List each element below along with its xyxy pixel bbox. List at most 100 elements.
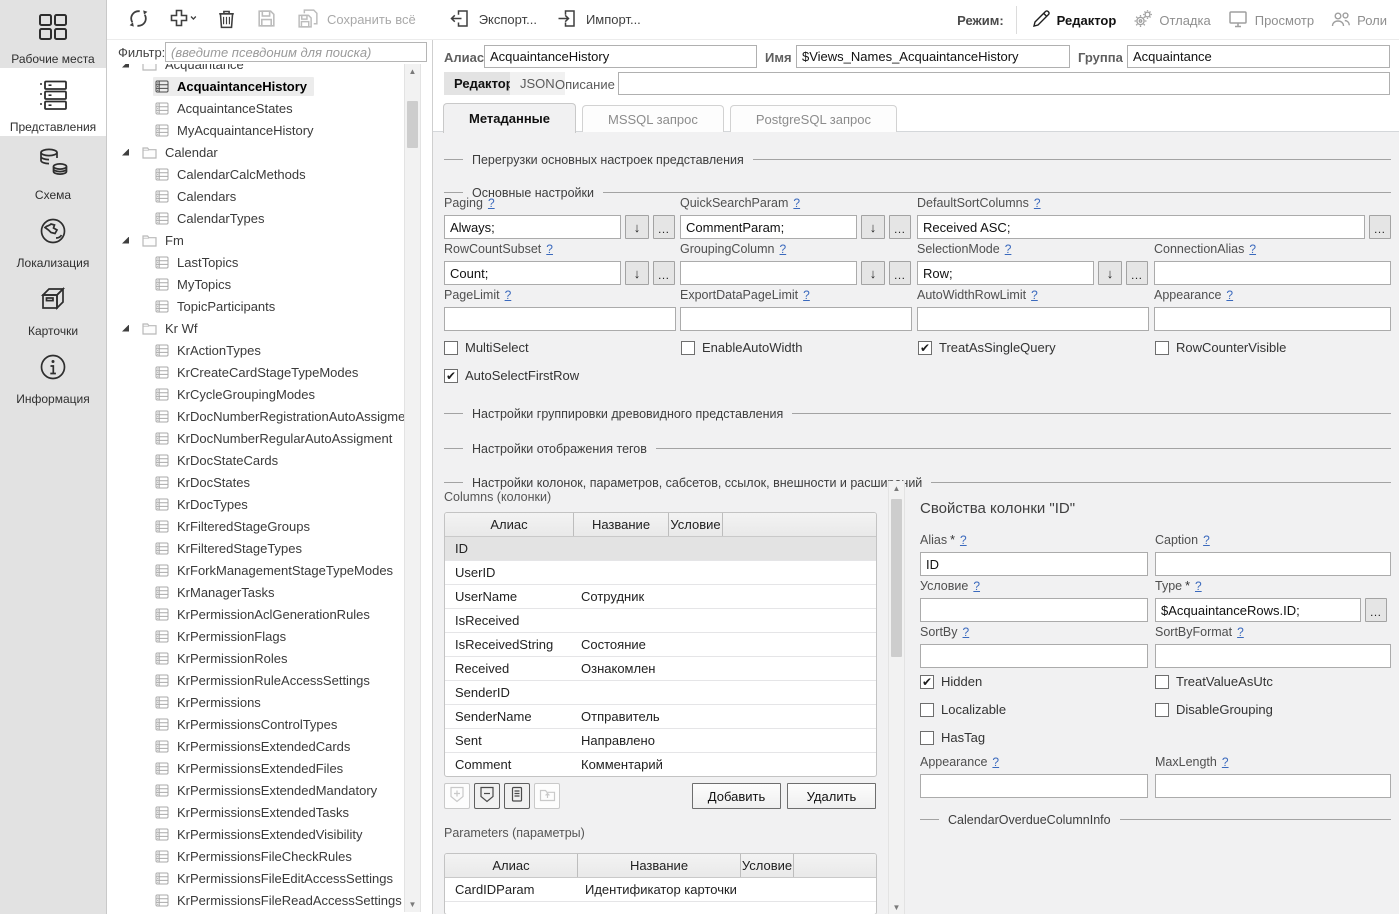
help-link[interactable]: ? (1203, 533, 1210, 547)
column-header-alias[interactable]: Алиас (445, 513, 574, 536)
row-count-subset-more-button[interactable]: … (653, 261, 675, 285)
expander-icon[interactable] (122, 149, 129, 156)
checkbox[interactable]: HasTag (920, 730, 1155, 745)
auto-width-row-limit-input[interactable] (917, 307, 1149, 331)
grouping-column-more-button[interactable]: … (889, 261, 911, 285)
tree-node[interactable]: KrDocNumberRegistrationAutoAssigment (107, 405, 432, 427)
prop-condition-input[interactable] (920, 598, 1148, 622)
help-link[interactable]: ? (960, 533, 967, 547)
scroll-thumb[interactable] (891, 499, 902, 657)
prop-sort-by-input[interactable] (920, 644, 1148, 668)
tree-node[interactable]: KrPermissionsExtendedVisibility (107, 823, 432, 845)
tree-node[interactable]: KrDocStates (107, 471, 432, 493)
tree-node[interactable]: Calendars (107, 185, 432, 207)
columns-scrollbar[interactable]: ▲ ▼ (888, 481, 905, 914)
help-link[interactable]: ? (1222, 755, 1229, 769)
column-header-caption[interactable]: Название (574, 513, 669, 536)
tree-node[interactable]: KrDocNumberRegularAutoAssigment (107, 427, 432, 449)
tree-node[interactable]: KrPermissionsFileEditAccessSettings (107, 867, 432, 889)
checkbox[interactable]: RowCounterVisible (1155, 340, 1392, 355)
column-row[interactable]: SenderID (445, 681, 876, 705)
tree-node[interactable]: KrManagerTasks (107, 581, 432, 603)
tree-node[interactable]: KrDocStateCards (107, 449, 432, 471)
help-link[interactable]: ? (1005, 242, 1012, 256)
default-sort-columns-more-button[interactable]: … (1369, 215, 1391, 239)
selection-mode-more-button[interactable]: … (1126, 261, 1148, 285)
column-row[interactable]: Comment Комментарий (445, 753, 876, 777)
document-button[interactable] (504, 783, 530, 809)
column-row[interactable]: Received Ознакомлен (445, 657, 876, 681)
help-link[interactable]: ? (1226, 288, 1233, 302)
delete-button[interactable] (210, 3, 243, 37)
tree-node[interactable]: Fm (107, 229, 432, 251)
tree-node[interactable]: KrPermissionsFileReadAccessSettings (107, 889, 432, 911)
mode-preview-button[interactable]: Просмотр (1225, 6, 1316, 34)
refresh-button[interactable] (121, 3, 156, 37)
name-input[interactable] (796, 45, 1070, 68)
paging-input[interactable] (444, 215, 621, 239)
checkbox[interactable]: TreatValueAsUtc (1155, 674, 1390, 689)
tree-node[interactable]: KrFilteredStageGroups (107, 515, 432, 537)
column-row[interactable]: UserName Сотрудник (445, 585, 876, 609)
parameter-header-condition[interactable]: Условие (741, 854, 794, 877)
help-link[interactable]: ? (992, 755, 999, 769)
row-count-subset-input[interactable] (444, 261, 621, 285)
checkbox[interactable]: EnableAutoWidth (681, 340, 918, 355)
tree-node[interactable]: KrPermissionAclGenerationRules (107, 603, 432, 625)
tree-node[interactable]: KrActionTypes (107, 339, 432, 361)
page-limit-input[interactable] (444, 307, 676, 331)
mode-debug-button[interactable]: Отладка (1130, 6, 1212, 34)
expander-icon[interactable] (122, 325, 129, 332)
prop-caption-input[interactable] (1155, 552, 1391, 576)
tree-node[interactable]: KrPermissionsExtendedMandatory (107, 779, 432, 801)
help-link[interactable]: ? (973, 579, 980, 593)
quick-search-param-dropdown-button[interactable]: ↓ (861, 215, 885, 239)
import-button[interactable]: Импорт... (549, 3, 647, 37)
column-header-condition[interactable]: Условие (669, 513, 723, 536)
tree-node[interactable]: KrPermissionRoles (107, 647, 432, 669)
tab-metadata[interactable]: Метаданные (443, 103, 576, 133)
tree-node[interactable]: KrPermissionsExtendedCards (107, 735, 432, 757)
tree-scrollbar[interactable]: ▲ ▼ (404, 64, 421, 912)
help-link[interactable]: ? (1031, 288, 1038, 302)
scroll-up-icon[interactable]: ▲ (889, 481, 904, 496)
checkbox[interactable]: Hidden (920, 674, 1155, 689)
default-sort-columns-input[interactable] (917, 215, 1365, 239)
tree-node[interactable]: KrFilteredStageTypes (107, 537, 432, 559)
help-link[interactable]: ? (963, 625, 970, 639)
prop-max-length-input[interactable] (1155, 774, 1391, 798)
selection-mode-dropdown-button[interactable]: ↓ (1098, 261, 1122, 285)
scroll-down-icon[interactable]: ▼ (405, 897, 420, 912)
tree-node[interactable]: CalendarTypes (107, 207, 432, 229)
tree-node[interactable]: Kr Wf (107, 317, 432, 339)
filter-input[interactable] (165, 42, 427, 62)
delete-column-button[interactable]: Удалить (787, 783, 876, 809)
help-link[interactable]: ? (793, 196, 800, 210)
tree-node[interactable]: MyAcquaintanceHistory (107, 119, 432, 141)
tab-postgresql[interactable]: PostgreSQL запрос (730, 105, 897, 132)
expander-icon[interactable] (122, 237, 129, 244)
column-row[interactable]: IsReceivedString Состояние (445, 633, 876, 657)
tree-node[interactable]: KrPermissionRuleAccessSettings (107, 669, 432, 691)
sidebar-item-schema[interactable]: Схема (0, 136, 106, 204)
add-button[interactable] (162, 3, 204, 37)
row-count-subset-dropdown-button[interactable]: ↓ (625, 261, 649, 285)
prop-type-more-button[interactable]: … (1365, 598, 1387, 622)
column-row[interactable]: SenderName Отправитель (445, 705, 876, 729)
tree-node[interactable]: TopicParticipants (107, 295, 432, 317)
expander-icon[interactable] (122, 64, 129, 68)
help-link[interactable]: ? (803, 288, 810, 302)
selection-mode-input[interactable] (917, 261, 1094, 285)
column-row[interactable]: Sent Направлено (445, 729, 876, 753)
prop-alias-input[interactable] (920, 552, 1148, 576)
column-row[interactable]: UserID (445, 561, 876, 585)
checkbox[interactable]: Localizable (920, 702, 1155, 717)
parameter-row[interactable]: CardIDParam Идентификатор карточки (445, 878, 876, 902)
save-all-button[interactable]: Сохранить всё (290, 3, 422, 37)
prop-appearance-input[interactable] (920, 774, 1148, 798)
column-row[interactable]: IsReceived (445, 609, 876, 633)
tree-node[interactable]: KrPermissionsFileCheckRules (107, 845, 432, 867)
tree-node[interactable]: Calendar (107, 141, 432, 163)
move-to-folder-button[interactable] (534, 783, 560, 809)
tree-node[interactable]: KrForkManagementStageTypeModes (107, 559, 432, 581)
